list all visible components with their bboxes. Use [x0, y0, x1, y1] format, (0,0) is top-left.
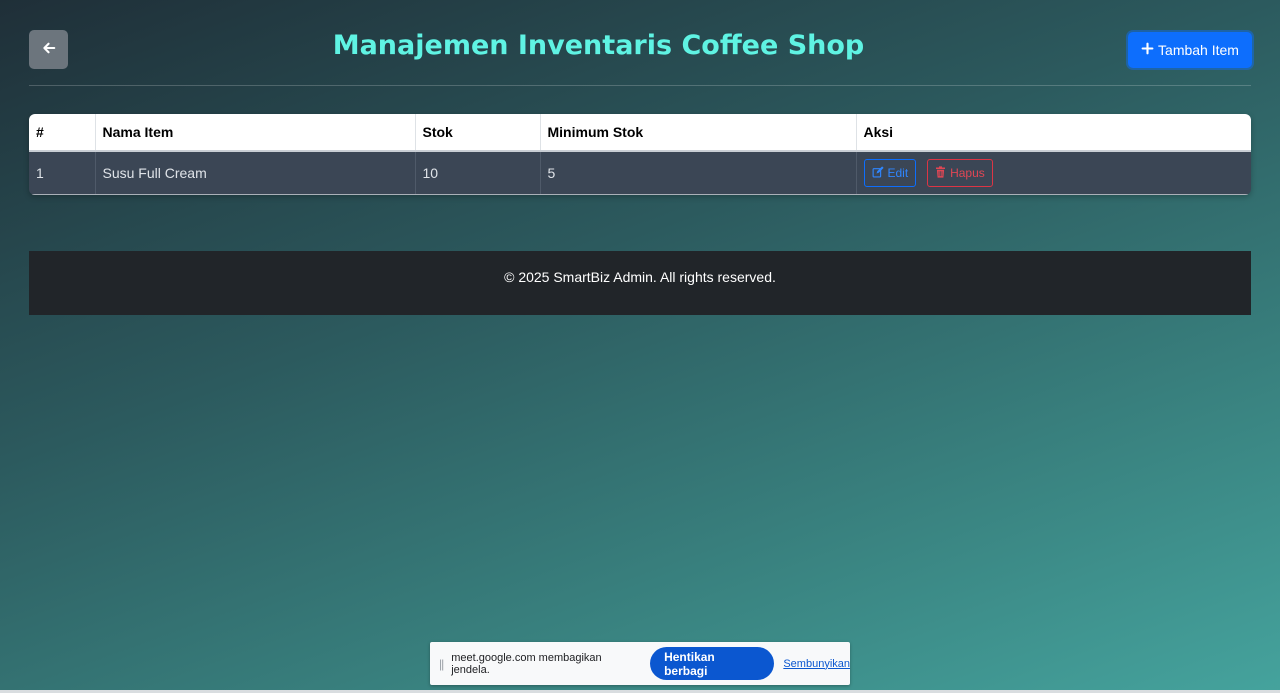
table-row: 1 Susu Full Cream 10 5 Edit Hapus [29, 151, 1251, 195]
plus-icon [1141, 42, 1154, 58]
column-header-name: Nama Item [95, 114, 416, 152]
column-header-stock: Stok [415, 114, 541, 152]
edit-icon [872, 165, 884, 181]
edit-button[interactable]: Edit [863, 159, 917, 187]
delete-label: Hapus [950, 166, 985, 180]
inventory-table: # Nama Item Stok Minimum Stok Aksi 1 Sus… [29, 114, 1251, 195]
delete-button[interactable]: Hapus [927, 159, 993, 187]
trash-icon [935, 165, 946, 181]
share-message: meet.google.com membagikan jendela. [451, 651, 602, 676]
add-item-label: Tambah Item [1158, 42, 1239, 58]
column-header-min-stock: Minimum Stok [540, 114, 857, 152]
table-header-row: # Nama Item Stok Minimum Stok Aksi [29, 114, 1251, 152]
cell-actions: Edit Hapus [856, 151, 1251, 195]
stop-sharing-button[interactable]: Hentikan berbagi [650, 647, 775, 680]
column-header-actions: Aksi [856, 114, 1251, 152]
cell-min-stock: 5 [540, 151, 857, 195]
cell-number: 1 [29, 151, 96, 195]
hide-share-bar-link[interactable]: Sembunyikan [783, 658, 850, 670]
header-divider [29, 85, 1251, 86]
add-item-button[interactable]: Tambah Item [1128, 32, 1252, 68]
cell-stock: 10 [415, 151, 541, 195]
footer-copyright: © 2025 SmartBiz Admin. All rights reserv… [504, 269, 776, 285]
drag-handle-icon[interactable]: || [439, 657, 444, 671]
cell-item-name: Susu Full Cream [95, 151, 416, 195]
page-title: Manajemen Inventaris Coffee Shop [332, 30, 865, 61]
column-header-number: # [29, 114, 96, 152]
edit-label: Edit [887, 166, 909, 180]
screen-share-bar: || meet.google.com membagikan jendela. H… [430, 642, 850, 685]
footer: © 2025 SmartBiz Admin. All rights reserv… [29, 251, 1251, 315]
